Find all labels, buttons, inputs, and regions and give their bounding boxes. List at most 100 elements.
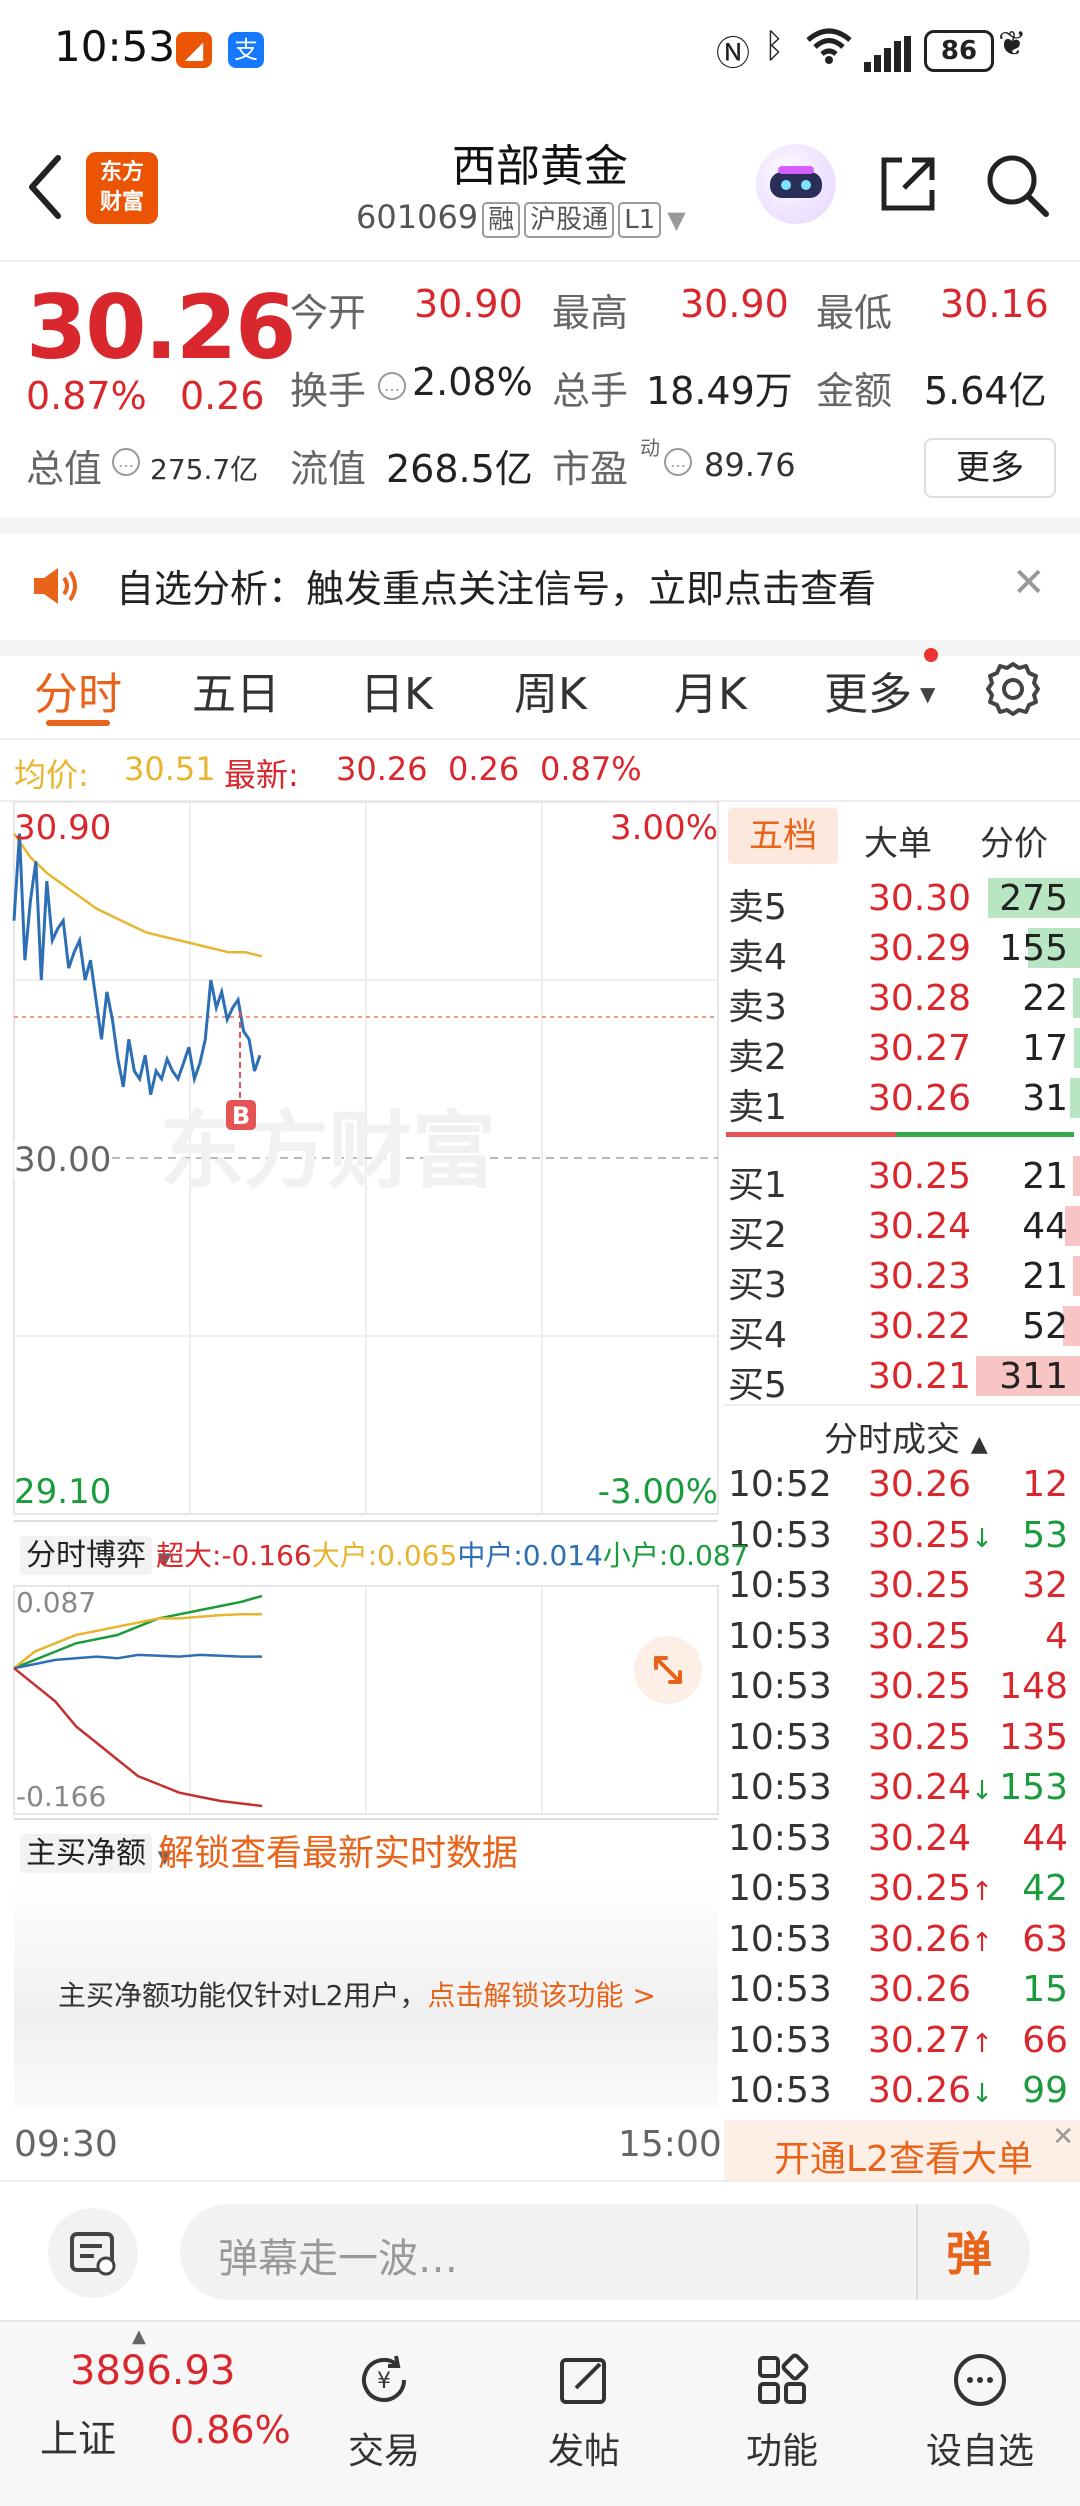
trade-icon: ¥ [356, 2352, 412, 2408]
trade-time: 10:53 [728, 1817, 832, 1859]
danmu-bar: 弹幕走一波… 弹 [0, 2180, 1080, 2322]
trade-time: 10:53 [728, 1767, 832, 1808]
divider [14, 1520, 718, 1522]
trade-volume: 135 [999, 1716, 1068, 1758]
close-icon[interactable]: ✕ [1052, 2122, 1074, 2152]
nav-functions[interactable]: 功能 [674, 2322, 890, 2506]
locked-notice: 主买净额功能仅针对L2用户，点击解锁该功能 > [58, 1974, 656, 2014]
danmu-input[interactable]: 弹幕走一波… 弹 [180, 2204, 1030, 2300]
danmu-toggle-button[interactable]: 弹 [946, 2218, 992, 2284]
share-icon[interactable] [876, 152, 940, 220]
flow-y-max: 0.087 [16, 1586, 97, 1619]
open-label: 今开 [290, 291, 367, 335]
trade-time: 10:53 [728, 1969, 832, 2010]
robot-assistant-icon[interactable] [756, 144, 836, 224]
trade-row: 10:53 30.25 32 [724, 1561, 1080, 1611]
chevron-down-icon[interactable]: ▼ [667, 206, 685, 234]
ask-row: 卖5 30.30 275 [724, 874, 1080, 928]
alert-banner[interactable]: 自选分析：触发重点关注信号，立即点击查看 ✕ [0, 534, 1080, 656]
comment-list-icon[interactable] [48, 2208, 138, 2298]
l2-banner[interactable]: 开通L2查看大单 ✕ [724, 2120, 1080, 2182]
stock-code-row: 601069 融沪股通 L1 ▼ [356, 198, 686, 238]
chevron-down-icon: ▼ [920, 682, 936, 706]
nav-add-watchlist[interactable]: 设自选 [872, 2322, 1080, 2506]
volume-value: 18.49万 [646, 369, 793, 413]
bid-level-label: 买4 [728, 1315, 787, 1356]
danmu-placeholder: 弹幕走一波… [218, 2236, 458, 2282]
tab-daily-k[interactable]: 日K [360, 658, 433, 722]
info-icon[interactable]: … [378, 372, 406, 400]
tab-monthly-k[interactable]: 月K [674, 658, 747, 722]
ask-price: 30.30 [868, 878, 972, 919]
intraday-chart[interactable]: 东方财富 B 30.90 3.00% 30.00 29.10 -3.00% [0, 800, 722, 1520]
edit-icon [556, 2352, 612, 2408]
tab-five-day[interactable]: 五日 [192, 658, 280, 722]
ask-volume: 22 [1022, 978, 1068, 1019]
buy-marker-label: B [232, 1102, 250, 1130]
alert-text: 自选分析：触发重点关注信号，立即点击查看 [116, 567, 877, 611]
net-buy-title: 主买净额 [20, 1834, 152, 1873]
low-label: 最低 [816, 291, 893, 335]
nav-functions-label: 功能 [745, 2431, 818, 2472]
tab-large-orders[interactable]: 大单 [864, 816, 932, 865]
locked-notice-text: 主买净额功能仅针对L2用户， [58, 1979, 428, 2012]
close-icon[interactable]: ✕ [1012, 560, 1046, 606]
nav-post[interactable]: 发帖 [476, 2322, 692, 2506]
alipay-notification-icon: 支 [228, 32, 264, 68]
gear-icon[interactable] [984, 660, 1042, 722]
current-price: 30.26 [26, 276, 296, 379]
tab-five-levels[interactable]: 五档 [728, 808, 838, 864]
pe-value: 89.76 [704, 446, 796, 484]
unlock-feature-link[interactable]: 点击解锁该功能 > [427, 1979, 655, 2012]
trade-price: 30.25 [868, 1616, 971, 1657]
trade-time: 10:53 [728, 1615, 832, 1657]
trade-row: 10:53 30.25↑ 42 [724, 1864, 1080, 1914]
wifi-icon [804, 26, 854, 75]
turnover-label: 换手 [290, 369, 367, 413]
pe-dynamic-mark: 动 [640, 436, 660, 460]
search-icon[interactable] [984, 152, 1050, 222]
trade-arrow: ↓ [971, 1776, 993, 1806]
info-icon[interactable]: … [112, 448, 140, 476]
ask-price: 30.29 [868, 928, 972, 969]
trade-price: 30.25 [868, 1717, 971, 1758]
level-tag[interactable]: L1 [618, 202, 662, 238]
trade-price-value: 30.25 [868, 1716, 972, 1758]
trades-title[interactable]: 分时成交 ▲ [824, 1412, 988, 1461]
locked-area: 主买净额功能仅针对L2用户，点击解锁该功能 > [14, 1878, 718, 2108]
net-buy-selector[interactable]: 主买净额 ▼ [20, 1828, 172, 1873]
trade-volume: 32 [1022, 1565, 1068, 1606]
info-icon[interactable]: … [664, 448, 692, 476]
flow-selector[interactable]: 分时博弈 ▼ [20, 1530, 172, 1575]
trade-volume: 12 [1022, 1464, 1068, 1505]
amount-label: 金额 [816, 369, 893, 413]
mktcap-value: 275.7亿 [150, 453, 259, 486]
expand-icon[interactable] [634, 1636, 702, 1704]
trade-time: 10:52 [728, 1464, 832, 1505]
mktcap-label: 总值 [26, 447, 103, 491]
more-button[interactable]: 更多 [924, 438, 1056, 498]
tab-price-dist[interactable]: 分价 [980, 816, 1048, 865]
status-bar: 10:53 ◢ 支 Ⓝ ᛒ 86 ❦ [0, 0, 1080, 100]
quote-panel: 30.26 0.87% 0.26 总值 … 275.7亿 今开 30.90 最高… [0, 262, 1080, 534]
bid-volume: 311 [999, 1356, 1068, 1397]
trade-arrow: ↑ [971, 2028, 993, 2059]
index-ticker[interactable]: ▲ 3896.93 上证 0.86% [0, 2322, 291, 2506]
ask-level-label: 卖4 [728, 937, 787, 978]
tab-intraday[interactable]: 分时 [34, 658, 122, 722]
price-summary: 均价: 30.51 最新: 30.26 0.26 0.87% [0, 740, 1080, 802]
tab-more[interactable]: 更多 [824, 658, 912, 722]
trade-volume: 63 [1022, 1918, 1068, 1960]
latest-label: 最新: [224, 756, 299, 794]
y-axis-top: 30.90 [14, 808, 112, 848]
turnover-value: 2.08% [412, 360, 533, 404]
active-tab-indicator [46, 720, 110, 726]
trades-title-text: 分时成交 [824, 1420, 960, 1460]
nav-trade[interactable]: ¥ 交易 [276, 2322, 492, 2506]
unlock-link[interactable]: 解锁查看最新实时数据 [158, 1824, 518, 1876]
ask-price: 30.26 [868, 1078, 972, 1119]
battery-indicator: 86 [924, 30, 994, 72]
latest-change: 0.26 [448, 750, 520, 788]
trade-row: 10:53 30.26↑ 63 [724, 1915, 1080, 1965]
tab-weekly-k[interactable]: 周K [514, 658, 587, 722]
